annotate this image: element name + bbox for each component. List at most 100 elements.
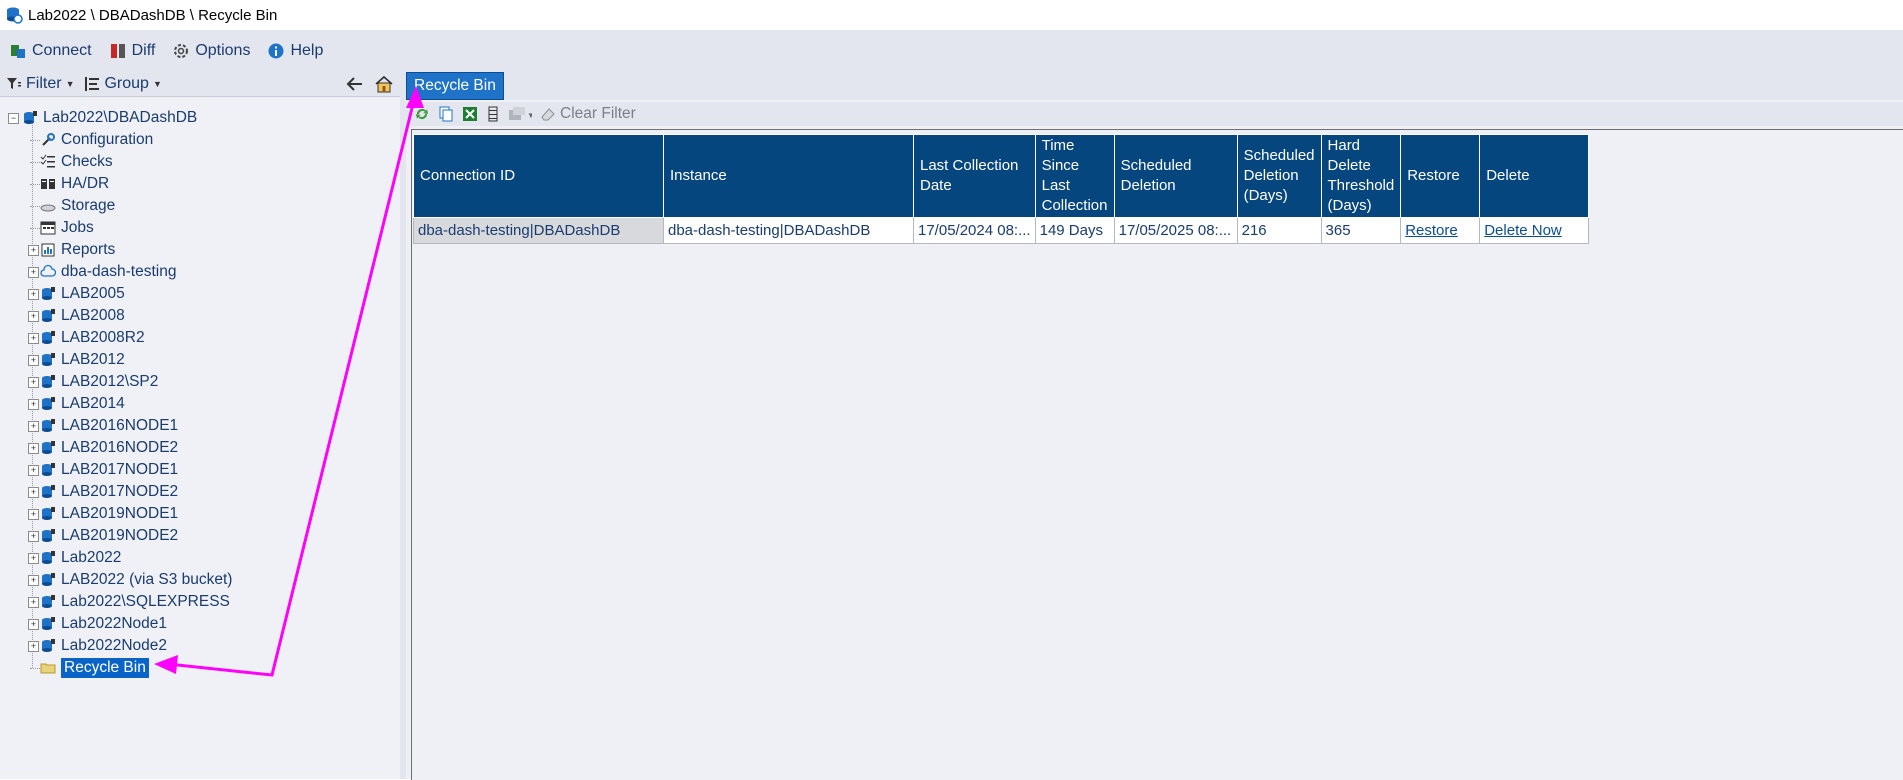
header-instance[interactable]: Instance [663, 134, 914, 218]
expand-icon[interactable]: + [28, 289, 39, 300]
connect-button[interactable]: Connect [10, 42, 92, 60]
cell-scheduled-deletion-days[interactable]: 216 [1236, 217, 1322, 244]
group-dropdown[interactable]: Group ▼ [84, 75, 162, 93]
tree-item-lab2017node2[interactable]: LAB2017NODE2 [40, 481, 178, 502]
diff-button[interactable]: Diff [110, 42, 155, 60]
svg-text:▼: ▼ [527, 111, 532, 120]
expand-icon[interactable]: + [28, 311, 39, 322]
back-arrow-icon[interactable] [346, 76, 364, 92]
tree-item-ha-dr[interactable]: HA/DR [40, 173, 109, 194]
tree-item-configuration[interactable]: Configuration [40, 129, 153, 150]
tree-item-checks[interactable]: Checks [40, 151, 113, 172]
cell-last-collection-date[interactable]: 17/05/2024 08:... [913, 217, 1036, 244]
expand-icon[interactable]: + [28, 267, 39, 278]
help-button[interactable]: Help [268, 42, 323, 60]
cell-restore[interactable]: Restore [1400, 217, 1481, 244]
restore-link[interactable]: Restore [1405, 222, 1458, 239]
group-icon [85, 77, 100, 91]
collapse-icon[interactable]: − [8, 113, 19, 124]
tree-item-lab2005[interactable]: LAB2005 [40, 283, 125, 304]
copy-icon[interactable] [438, 106, 454, 122]
tree-item-lab2019node2[interactable]: LAB2019NODE2 [40, 525, 178, 546]
tree-guide-line [32, 123, 33, 668]
expand-icon[interactable]: + [28, 531, 39, 542]
header-restore[interactable]: Restore [1400, 134, 1481, 218]
tree-item-lab2022-sqlexpress[interactable]: Lab2022\SQLEXPRESS [40, 591, 230, 612]
tree-item-lab2019node1[interactable]: LAB2019NODE1 [40, 503, 178, 524]
tree-item-lab2008[interactable]: LAB2008 [40, 305, 125, 326]
tree-root-lab2022-dbadashdb[interactable]: Lab2022\DBADashDB [22, 107, 197, 128]
expand-icon[interactable]: + [28, 333, 39, 344]
expand-icon[interactable]: + [28, 641, 39, 652]
cell-delete[interactable]: Delete Now [1479, 217, 1590, 244]
header-hard-delete-threshold[interactable]: Hard Delete Threshold (Days) [1320, 134, 1402, 218]
tree-item-lab2008r2[interactable]: LAB2008R2 [40, 327, 145, 348]
expand-icon[interactable]: + [28, 443, 39, 454]
expand-icon[interactable]: + [28, 509, 39, 520]
tree-item-jobs[interactable]: Jobs [40, 217, 94, 238]
tab-recycle-bin[interactable]: Recycle Bin [406, 72, 504, 100]
tree-item-lab2017node1[interactable]: LAB2017NODE1 [40, 459, 178, 480]
tree-item-lab2014[interactable]: LAB2014 [40, 393, 125, 414]
database-server-icon [40, 308, 56, 324]
tree-item-lab2012-sp2[interactable]: LAB2012\SP2 [40, 371, 158, 392]
tree-item-dba-dash-testing[interactable]: dba-dash-testing [40, 261, 176, 282]
tree-item-label: LAB2005 [61, 284, 125, 302]
expand-icon[interactable]: + [28, 487, 39, 498]
header-delete[interactable]: Delete [1479, 134, 1590, 218]
clear-filter-button[interactable]: Clear Filter [560, 105, 636, 123]
tree-item-label: LAB2019NODE2 [61, 526, 179, 544]
grid-toolbar: ▼ Clear Filter [406, 102, 1903, 126]
tree-item-label: Configuration [61, 130, 154, 148]
expand-icon[interactable]: + [28, 553, 39, 564]
header-scheduled-deletion[interactable]: Scheduled Deletion [1113, 134, 1238, 218]
expand-icon[interactable]: + [28, 597, 39, 608]
expand-icon[interactable]: + [28, 575, 39, 586]
layout-icon[interactable]: ▼ [508, 106, 532, 122]
options-button[interactable]: Options [173, 42, 250, 60]
cell-time-since-last-collection[interactable]: 149 Days [1034, 217, 1115, 244]
expand-icon[interactable]: + [28, 399, 39, 410]
refresh-icon[interactable] [414, 106, 430, 122]
expand-icon[interactable]: + [28, 355, 39, 366]
header-time-since-last-collection[interactable]: Time Since Last Collection [1034, 134, 1115, 218]
tree-connector [30, 206, 40, 207]
header-last-collection-date[interactable]: Last Collection Date [913, 134, 1036, 218]
filter-label: Filter [26, 75, 62, 92]
tree-item-lab2022node1[interactable]: Lab2022Node1 [40, 613, 167, 634]
cell-instance[interactable]: dba-dash-testing|DBADashDB [663, 217, 914, 244]
delete-now-link[interactable]: Delete Now [1484, 222, 1562, 239]
excel-export-icon[interactable] [462, 106, 478, 122]
options-label: Options [195, 42, 251, 59]
tree-item-label: LAB2012 [61, 350, 125, 368]
filter-icon [7, 78, 21, 89]
tree-item-label: Jobs [61, 218, 94, 236]
filter-dropdown[interactable]: Filter ▼ [6, 75, 74, 93]
expand-icon[interactable]: + [28, 465, 39, 476]
tree-item-lab2022[interactable]: Lab2022 [40, 547, 121, 568]
tree-item-lab2022-via-s3-bucket[interactable]: LAB2022 (via S3 bucket) [40, 569, 232, 590]
cell-connection-id[interactable]: dba-dash-testing|DBADashDB [413, 217, 664, 244]
tree-item-lab2022node2[interactable]: Lab2022Node2 [40, 635, 167, 656]
home-icon[interactable] [374, 75, 394, 93]
tree-item-recycle-bin[interactable]: Recycle Bin [40, 657, 149, 678]
expand-icon[interactable]: + [28, 245, 39, 256]
cell-hard-delete-threshold[interactable]: 365 [1320, 217, 1402, 244]
header-scheduled-deletion-days[interactable]: Scheduled Deletion (Days) [1236, 134, 1322, 218]
database-server-icon [40, 440, 56, 456]
tree-item-label: LAB2012\SP2 [61, 372, 159, 390]
tree-item-lab2016node2[interactable]: LAB2016NODE2 [40, 437, 178, 458]
tree-item-reports[interactable]: Reports [40, 239, 115, 260]
expand-icon[interactable]: + [28, 619, 39, 630]
columns-icon[interactable] [486, 106, 500, 122]
tree-item-storage[interactable]: Storage [40, 195, 115, 216]
expand-icon[interactable]: + [28, 421, 39, 432]
tree-item-lab2016node1[interactable]: LAB2016NODE1 [40, 415, 178, 436]
database-server-icon [40, 506, 56, 522]
expand-icon[interactable]: + [28, 377, 39, 388]
tree-item-lab2012[interactable]: LAB2012 [40, 349, 125, 370]
header-connection-id[interactable]: Connection ID [413, 134, 664, 218]
cell-scheduled-deletion[interactable]: 17/05/2025 08:... [1113, 217, 1238, 244]
tree-item-label: Lab2022 [61, 548, 122, 566]
recycle-bin-grid: Connection ID Instance Last Collection D… [413, 134, 1590, 244]
